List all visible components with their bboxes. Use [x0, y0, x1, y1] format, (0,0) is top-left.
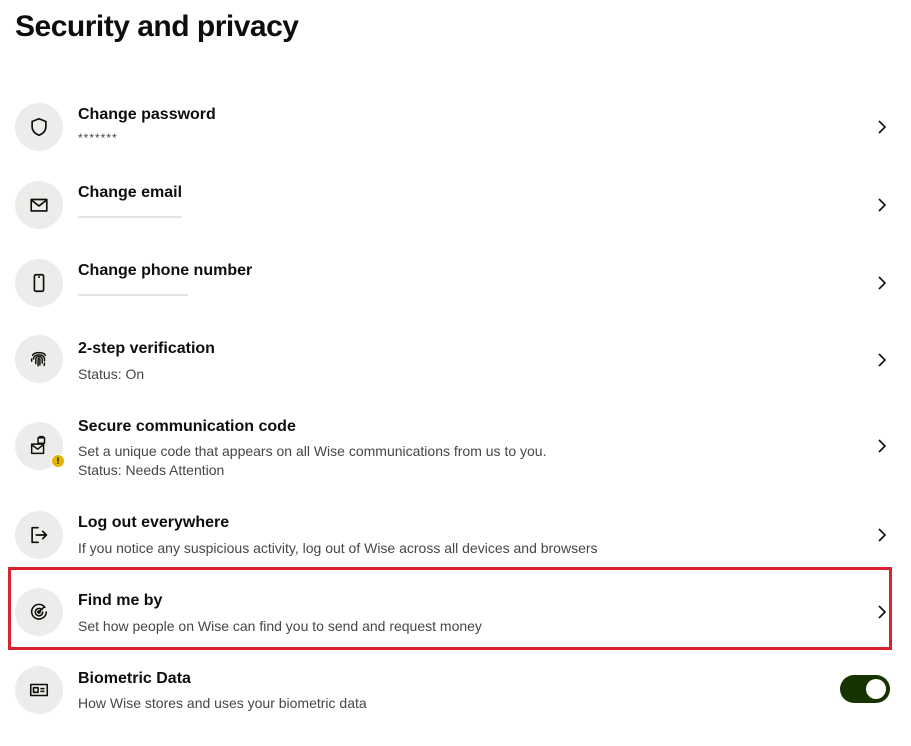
page-title: Security and privacy: [15, 10, 299, 43]
biometric-data-title: Biometric Data: [78, 670, 191, 687]
attention-badge-icon: !: [51, 454, 65, 468]
log-out-everywhere-row[interactable]: Log out everywhere If you notice any sus…: [0, 510, 911, 560]
find-me-by-title: Find me by: [78, 592, 163, 609]
shield-icon: [15, 103, 63, 151]
log-out-everywhere-title: Log out everywhere: [78, 514, 230, 531]
find-me-by-row[interactable]: Find me by Set how people on Wise can fi…: [0, 588, 911, 638]
phone-icon: [15, 259, 63, 307]
secure-communication-code-title: Secure communication code: [78, 418, 296, 435]
change-email-row[interactable]: Change email: [0, 180, 911, 230]
two-step-status: Status: On: [78, 366, 145, 382]
secure-communication-code-row[interactable]: ! Secure communication code Set a unique…: [0, 414, 911, 482]
change-password-row[interactable]: Change password *******: [0, 102, 911, 152]
find-me-by-description: Set how people on Wise can find you to s…: [78, 618, 482, 634]
two-step-verification-title: 2-step verification: [78, 340, 215, 357]
log-out-everywhere-description: If you notice any suspicious activity, l…: [78, 540, 598, 556]
change-password-title: Change password: [78, 106, 216, 123]
redacted-email: [78, 216, 182, 218]
toggle-knob: [866, 679, 886, 699]
chevron-right-icon: [878, 528, 887, 542]
secure-communication-description: Set a unique code that appears on all Wi…: [78, 443, 547, 459]
id-card-icon: [15, 666, 63, 714]
chevron-right-icon: [878, 198, 887, 212]
target-icon: [15, 588, 63, 636]
chevron-right-icon: [878, 120, 887, 134]
chevron-right-icon: [878, 353, 887, 367]
biometric-data-row[interactable]: Biometric Data How Wise stores and uses …: [0, 666, 911, 716]
biometric-data-description: How Wise stores and uses your biometric …: [78, 695, 367, 711]
password-mask: *******: [78, 131, 118, 145]
chevron-right-icon: [878, 276, 887, 290]
change-phone-row[interactable]: Change phone number: [0, 258, 911, 308]
chevron-right-icon: [878, 439, 887, 453]
redacted-phone: [78, 294, 188, 296]
chevron-right-icon: [878, 605, 887, 619]
mail-icon: [15, 181, 63, 229]
biometric-data-toggle[interactable]: [840, 675, 890, 703]
secure-message-icon: !: [15, 422, 65, 470]
change-phone-title: Change phone number: [78, 262, 253, 279]
fingerprint-icon: [15, 335, 63, 383]
secure-communication-status: Status: Needs Attention: [78, 462, 225, 478]
change-email-title: Change email: [78, 184, 183, 201]
logout-icon: [15, 511, 63, 559]
two-step-verification-row[interactable]: 2-step verification Status: On: [0, 335, 911, 386]
